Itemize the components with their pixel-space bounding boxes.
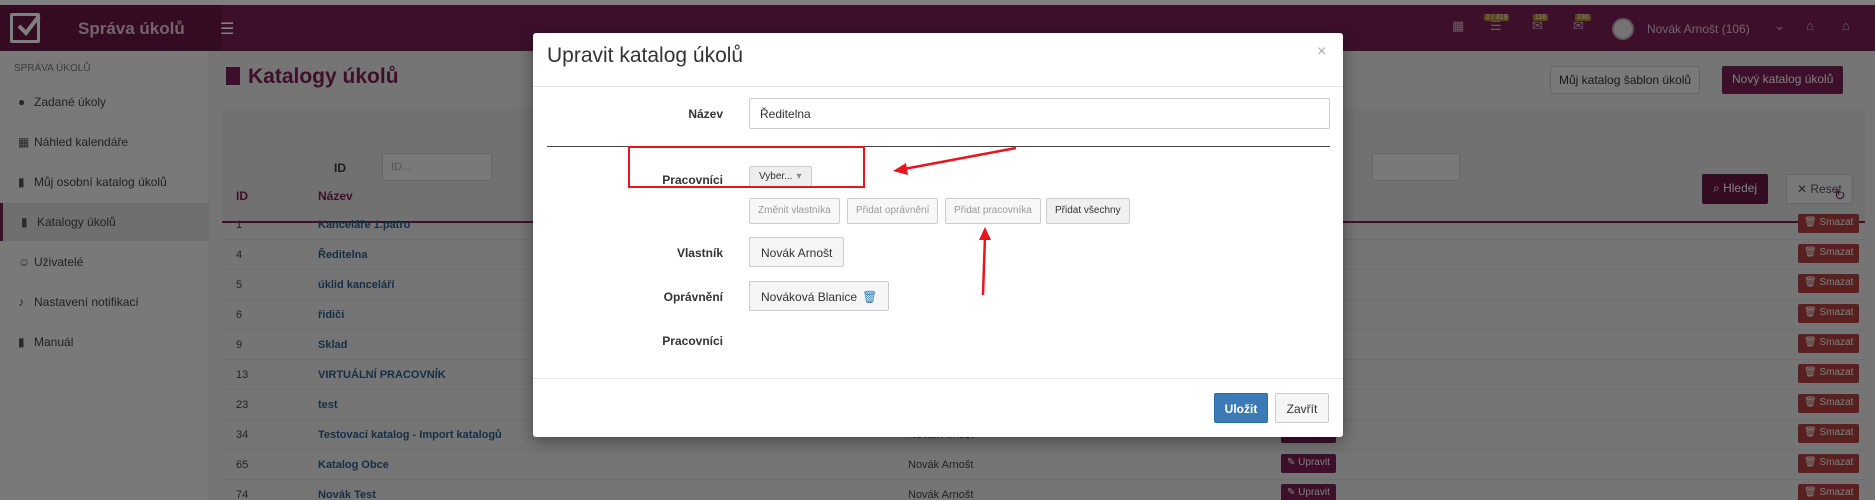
annotation-arrow-left	[903, 146, 1017, 171]
annotation-arrows	[893, 146, 1017, 296]
annotation-arrowhead-left	[893, 163, 908, 175]
annotation-arrowhead-up	[979, 227, 991, 240]
annotation-arrow-up	[981, 235, 987, 296]
